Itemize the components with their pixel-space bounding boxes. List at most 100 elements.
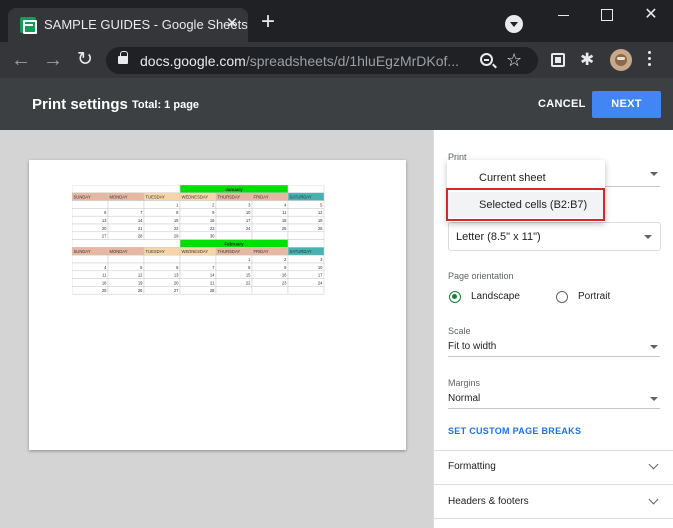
preview-page: January SUNDAY MONDAY TUESDAY WEDNESDAY THURS… [29, 160, 406, 450]
paper-size-select[interactable]: Letter (8.5" x 11") [448, 222, 661, 251]
formatting-section[interactable]: Formatting [448, 461, 496, 472]
scale-select[interactable]: Fit to width [448, 341, 496, 352]
lock-icon[interactable] [118, 51, 128, 64]
date-number: 19 [318, 218, 323, 223]
date-cell [143, 200, 181, 209]
browser-tab[interactable]: SAMPLE GUIDES - Google Sheets ✕ [8, 8, 248, 42]
orientation-label: Page orientation [448, 271, 514, 281]
date-cell [215, 286, 253, 295]
date-number: 12 [138, 273, 143, 278]
minimize-button[interactable] [548, 4, 578, 26]
date-number: 16 [210, 218, 215, 223]
paper-size-value: Letter (8.5" x 11") [456, 231, 541, 243]
date-number: 17 [318, 273, 323, 278]
print-chevron-down-icon[interactable] [650, 172, 658, 176]
date-cell [72, 200, 109, 209]
date-number: 24 [318, 280, 323, 285]
page-title: Print settings [32, 96, 128, 113]
date-number: 23 [210, 226, 215, 231]
date-number: 27 [102, 234, 107, 239]
cancel-button[interactable]: CANCEL [528, 92, 596, 116]
date-number: 14 [210, 273, 215, 278]
date-number: 30 [210, 234, 215, 239]
date-cell [215, 231, 253, 240]
divider [434, 484, 673, 485]
grid-cell [287, 185, 325, 194]
divider [434, 518, 673, 519]
next-button[interactable]: NEXT [592, 91, 661, 118]
day-name: MONDAY [110, 195, 128, 200]
extensions-puzzle-icon[interactable]: ✱ [580, 51, 594, 69]
bookmark-star-icon[interactable]: ☆ [506, 49, 522, 71]
scale-chevron-down-icon[interactable] [650, 345, 658, 349]
tab-close-icon[interactable]: ✕ [224, 16, 240, 32]
print-dropdown-menu: Current sheet Selected cells (B2:B7) [447, 160, 605, 222]
set-custom-page-breaks-link[interactable]: SET CUSTOM PAGE BREAKS [448, 426, 581, 436]
date-number: 16 [282, 273, 287, 278]
zoom-out-icon[interactable] [480, 53, 493, 66]
profile-avatar[interactable] [610, 49, 632, 71]
date-number: 26 [138, 288, 143, 293]
date-number: 12 [318, 210, 323, 215]
print-settings-header: Print settings Total: 1 page CANCEL NEXT [0, 78, 673, 130]
margins-chevron-down-icon[interactable] [650, 397, 658, 401]
date-number: 25 [102, 288, 107, 293]
date-cell [251, 286, 289, 295]
url-text[interactable]: docs.google.com/spreadsheets/d/1hluEgzMr… [140, 53, 459, 69]
settings-panel: Print Current sheet Selected cells (B2:B… [433, 130, 673, 528]
portrait-label[interactable]: Portrait [578, 291, 610, 302]
margins-select[interactable]: Normal [448, 393, 480, 404]
date-cell [107, 254, 145, 264]
reload-icon[interactable]: ↻ [74, 50, 96, 70]
paper-chevron-down-icon [644, 235, 652, 239]
tab-search-icon[interactable] [505, 15, 523, 33]
grid-cell [72, 239, 181, 248]
option-current-sheet[interactable]: Current sheet [447, 165, 605, 191]
landscape-label[interactable]: Landscape [471, 291, 520, 302]
maximize-button[interactable] [591, 4, 621, 26]
date-cell [107, 208, 145, 217]
date-cell [72, 208, 109, 217]
print-preview-area: January SUNDAY MONDAY TUESDAY WEDNESDAY THURS… [0, 130, 433, 528]
day-name: SUNDAY [74, 195, 91, 200]
date-cell [179, 254, 217, 264]
grid-cell [72, 185, 181, 194]
address-bar[interactable]: docs.google.com/spreadsheets/d/1hluEgzMr… [106, 47, 538, 74]
option-selected-cells[interactable]: Selected cells (B2:B7) [447, 192, 605, 218]
date-number: 18 [282, 218, 287, 223]
day-name: SATURDAY [290, 195, 312, 200]
date-number: 22 [246, 280, 251, 285]
headers-footers-chevron-down-icon[interactable] [648, 494, 659, 505]
url-domain: docs.google.com [140, 53, 246, 69]
forward-arrow-icon[interactable]: → [42, 50, 64, 70]
date-number: 13 [102, 218, 107, 223]
new-tab-button[interactable]: + [257, 10, 279, 34]
formatting-chevron-down-icon[interactable] [648, 459, 659, 470]
margins-underline [448, 408, 660, 409]
date-cell [287, 231, 325, 240]
date-number: 20 [102, 226, 107, 231]
date-cell [287, 286, 325, 295]
date-cell [251, 200, 289, 209]
day-name: TUESDAY [146, 249, 166, 254]
date-cell [287, 254, 325, 264]
window-close-button[interactable]: ✕ [636, 4, 666, 26]
date-cell [179, 208, 217, 217]
day-name: FRIDAY [254, 195, 269, 200]
back-arrow-icon[interactable]: ← [10, 50, 32, 70]
date-number: 10 [246, 210, 251, 215]
landscape-radio[interactable] [449, 291, 461, 303]
day-name: SUNDAY [74, 249, 91, 254]
headers-footers-section[interactable]: Headers & footers [448, 496, 529, 507]
browser-menu-icon[interactable] [648, 51, 652, 69]
date-number: 27 [174, 288, 179, 293]
day-name: FRIDAY [254, 249, 269, 254]
date-number: 28 [210, 288, 215, 293]
extension-icon[interactable] [551, 53, 565, 67]
day-name: WEDNESDAY [182, 195, 209, 200]
date-number: 20 [174, 280, 179, 285]
scale-underline [448, 356, 660, 357]
day-name: WEDNESDAY [182, 249, 209, 254]
day-name: THURSDAY [218, 249, 241, 254]
portrait-radio[interactable] [556, 291, 568, 303]
